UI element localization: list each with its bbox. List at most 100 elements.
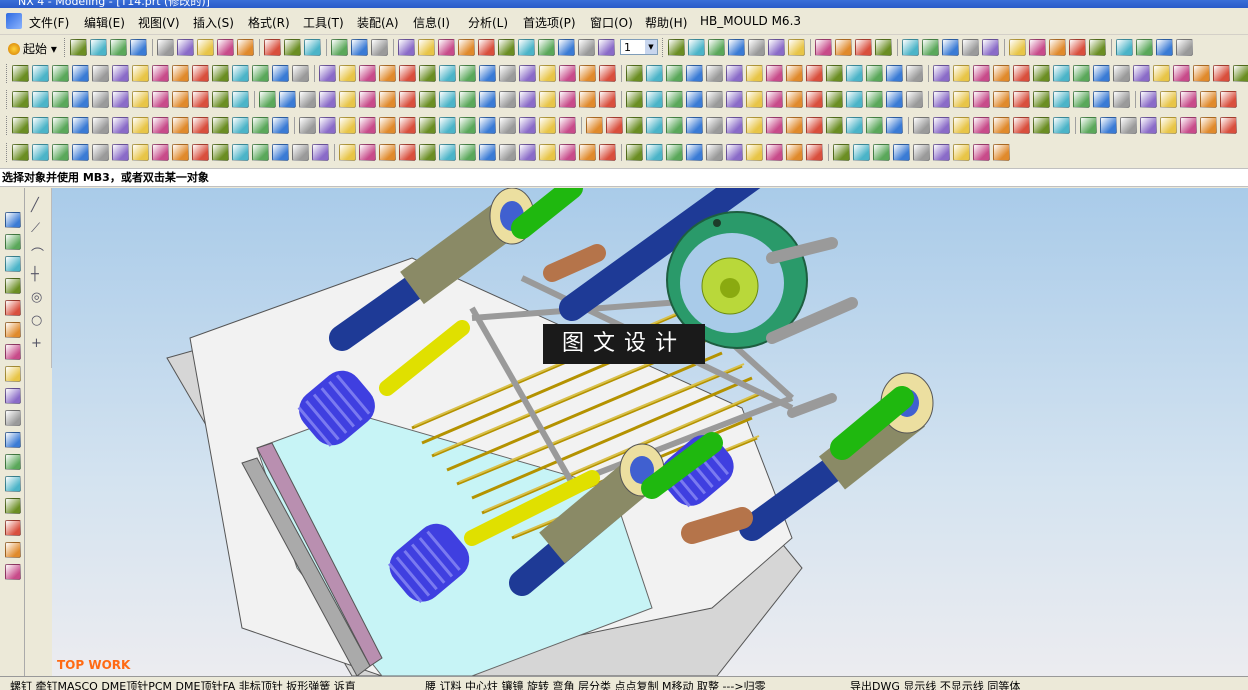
view-tool-icon[interactable] <box>1069 39 1086 56</box>
feature-tool-icon[interactable] <box>1213 65 1230 82</box>
feature-tool-icon[interactable] <box>1013 65 1030 82</box>
mould-tool-icon[interactable] <box>1053 117 1070 134</box>
component-tool-icon[interactable] <box>559 144 576 161</box>
curve-tool-icon[interactable] <box>786 91 803 108</box>
curve-tool-icon[interactable] <box>12 91 29 108</box>
mould-tool-icon[interactable] <box>826 117 843 134</box>
feature-tool-icon[interactable] <box>92 65 109 82</box>
component-tool-icon[interactable] <box>706 144 723 161</box>
standard-tool-icon[interactable] <box>331 39 348 56</box>
component-tool-icon[interactable] <box>646 144 663 161</box>
standard-tool-icon[interactable] <box>578 39 595 56</box>
left-tool-icon[interactable] <box>5 454 21 470</box>
view-tool-icon[interactable] <box>942 39 959 56</box>
standard-tool-icon[interactable] <box>418 39 435 56</box>
feature-tool-icon[interactable] <box>933 65 950 82</box>
feature-tool-icon[interactable] <box>1053 65 1070 82</box>
component-tool-icon[interactable] <box>32 144 49 161</box>
component-tool-icon[interactable] <box>192 144 209 161</box>
curve-tool-icon[interactable] <box>826 91 843 108</box>
component-tool-icon[interactable] <box>312 144 329 161</box>
standard-tool-icon[interactable] <box>538 39 555 56</box>
curve-tool-icon[interactable] <box>599 91 616 108</box>
left-tool-icon[interactable] <box>5 212 21 228</box>
mould-tool-icon[interactable] <box>379 117 396 134</box>
curve-tool-icon[interactable] <box>92 91 109 108</box>
feature-tool-icon[interactable] <box>1033 65 1050 82</box>
feature-tool-icon[interactable] <box>1233 65 1248 82</box>
standard-tool-icon[interactable] <box>518 39 535 56</box>
mould-tool-icon[interactable] <box>746 117 763 134</box>
component-tool-icon[interactable] <box>873 144 890 161</box>
toolbar-grip[interactable] <box>6 143 10 162</box>
view-tool-icon[interactable] <box>768 39 785 56</box>
menu-preferences[interactable]: 首选项(P) <box>523 14 576 31</box>
feature-tool-icon[interactable] <box>826 65 843 82</box>
curve-tool-icon[interactable] <box>379 91 396 108</box>
menu-help[interactable]: 帮助(H) <box>645 14 687 31</box>
left-tool-icon[interactable] <box>5 498 21 514</box>
component-tool-icon[interactable] <box>726 144 743 161</box>
curve-tool-icon[interactable] <box>172 91 189 108</box>
curve-tool-icon[interactable] <box>1033 91 1050 108</box>
mould-tool-icon[interactable] <box>786 117 803 134</box>
curve-tool-icon[interactable] <box>866 91 883 108</box>
standard-tool-icon[interactable] <box>284 39 301 56</box>
curve-tool-icon[interactable] <box>1160 91 1177 108</box>
left-tool-icon[interactable] <box>5 366 21 382</box>
feature-tool-icon[interactable] <box>1113 65 1130 82</box>
component-tool-icon[interactable] <box>519 144 536 161</box>
toolbar-grip[interactable] <box>6 90 10 109</box>
standard-tool-icon[interactable] <box>438 39 455 56</box>
feature-tool-icon[interactable] <box>319 65 336 82</box>
left-tool-icon[interactable] <box>5 432 21 448</box>
mould-tool-icon[interactable] <box>913 117 930 134</box>
component-tool-icon[interactable] <box>599 144 616 161</box>
component-tool-icon[interactable] <box>953 144 970 161</box>
curve-tool-icon[interactable] <box>419 91 436 108</box>
feature-tool-icon[interactable] <box>72 65 89 82</box>
view-tool-icon[interactable] <box>982 39 999 56</box>
curve-tool-icon[interactable] <box>499 91 516 108</box>
mould-tool-icon[interactable] <box>626 117 643 134</box>
feature-tool-icon[interactable] <box>359 65 376 82</box>
left-tool-icon[interactable] <box>5 234 21 250</box>
feature-tool-icon[interactable] <box>172 65 189 82</box>
curve-tool-icon[interactable] <box>1053 91 1070 108</box>
standard-tool-icon[interactable] <box>90 39 107 56</box>
standard-tool-icon[interactable] <box>70 39 87 56</box>
feature-tool-icon[interactable] <box>519 65 536 82</box>
component-tool-icon[interactable] <box>419 144 436 161</box>
standard-tool-icon[interactable] <box>157 39 174 56</box>
mould-tool-icon[interactable] <box>886 117 903 134</box>
curve-tool-icon[interactable] <box>579 91 596 108</box>
view-tool-icon[interactable] <box>788 39 805 56</box>
feature-tool-icon[interactable] <box>686 65 703 82</box>
menu-info[interactable]: 信息(I) <box>413 14 450 31</box>
standard-tool-icon[interactable] <box>398 39 415 56</box>
menu-view[interactable]: 视图(V) <box>138 14 180 31</box>
feature-tool-icon[interactable] <box>706 65 723 82</box>
toolbar-grip[interactable] <box>6 116 10 135</box>
feature-tool-icon[interactable] <box>439 65 456 82</box>
curve-tool-icon[interactable] <box>72 91 89 108</box>
feature-tool-icon[interactable] <box>726 65 743 82</box>
feature-tool-icon[interactable] <box>192 65 209 82</box>
component-tool-icon[interactable] <box>132 144 149 161</box>
feature-tool-icon[interactable] <box>1073 65 1090 82</box>
standard-tool-icon[interactable] <box>197 39 214 56</box>
menu-hb-mould[interactable]: HB_MOULD M6.3 <box>700 14 801 28</box>
component-tool-icon[interactable] <box>379 144 396 161</box>
mould-tool-icon[interactable] <box>1013 117 1030 134</box>
component-tool-icon[interactable] <box>12 144 29 161</box>
mould-tool-icon[interactable] <box>1160 117 1177 134</box>
view-tool-icon[interactable] <box>835 39 852 56</box>
mould-tool-icon[interactable] <box>112 117 129 134</box>
line-icon[interactable]: ╱ <box>31 198 39 213</box>
left-tool-icon[interactable] <box>5 388 21 404</box>
component-tool-icon[interactable] <box>459 144 476 161</box>
left-tool-icon[interactable] <box>5 322 21 338</box>
component-tool-icon[interactable] <box>833 144 850 161</box>
curve-tool-icon[interactable] <box>686 91 703 108</box>
view-tool-icon[interactable] <box>1116 39 1133 56</box>
